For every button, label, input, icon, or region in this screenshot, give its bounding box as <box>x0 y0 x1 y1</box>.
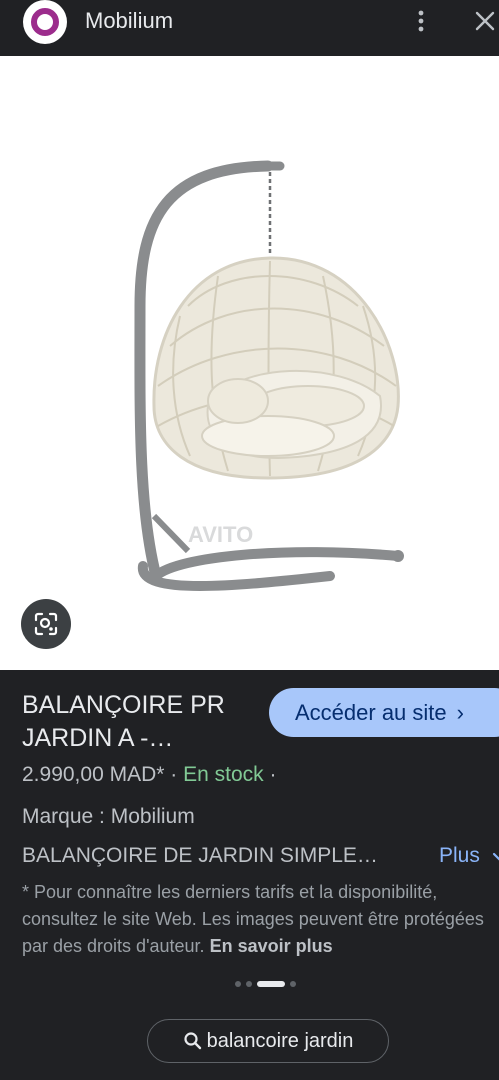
carousel-dot[interactable] <box>235 981 241 987</box>
price-row: 2.990,00 MAD* · En stock · <box>22 763 276 787</box>
search-icon <box>184 1032 201 1050</box>
egg-swing-chair-image: AVITO <box>134 160 404 591</box>
lens-search-button[interactable] <box>21 599 71 649</box>
visit-site-label: Accéder au site <box>295 699 447 725</box>
carousel-dot[interactable] <box>290 981 296 987</box>
chevron-down-icon <box>492 852 499 861</box>
learn-more-link[interactable]: En savoir plus <box>210 936 333 956</box>
close-icon[interactable] <box>472 6 498 36</box>
product-image-area[interactable]: AVITO <box>0 56 499 670</box>
product-info-panel: BALANÇOIRE PR JARDIN A -… Accéder au sit… <box>0 670 499 1080</box>
site-name[interactable]: Mobilium <box>85 8 173 34</box>
chevron-right-icon: › <box>456 699 464 725</box>
separator: · <box>164 763 184 786</box>
more-button[interactable]: Plus <box>439 844 499 868</box>
stock-status: En stock <box>183 763 264 786</box>
more-label: Plus <box>439 844 480 867</box>
price: 2.990,00 MAD* <box>22 763 165 786</box>
carousel-dot-active[interactable] <box>257 981 285 987</box>
carousel-indicator <box>235 981 296 987</box>
watermark-text: AVITO <box>188 522 253 547</box>
carousel-dot[interactable] <box>246 981 252 987</box>
search-chip-label: balancoire jardin <box>206 1029 354 1052</box>
visit-site-button[interactable]: Accéder au site › <box>269 688 499 737</box>
mobilium-logo-icon[interactable] <box>23 0 67 44</box>
top-bar: Mobilium <box>0 0 499 56</box>
product-description: BALANÇOIRE DE JARDIN SIMPLE… <box>22 844 378 867</box>
more-vert-icon[interactable] <box>410 6 432 36</box>
brand: Marque : Mobilium <box>22 805 195 828</box>
search-chip[interactable]: balancoire jardin <box>147 1019 389 1063</box>
product-title[interactable]: BALANÇOIRE PR JARDIN A -… <box>22 689 262 755</box>
lens-icon <box>34 612 58 636</box>
trailing-separator: · <box>263 763 277 786</box>
disclaimer: * Pour connaître les derniers tarifs et … <box>22 879 499 960</box>
